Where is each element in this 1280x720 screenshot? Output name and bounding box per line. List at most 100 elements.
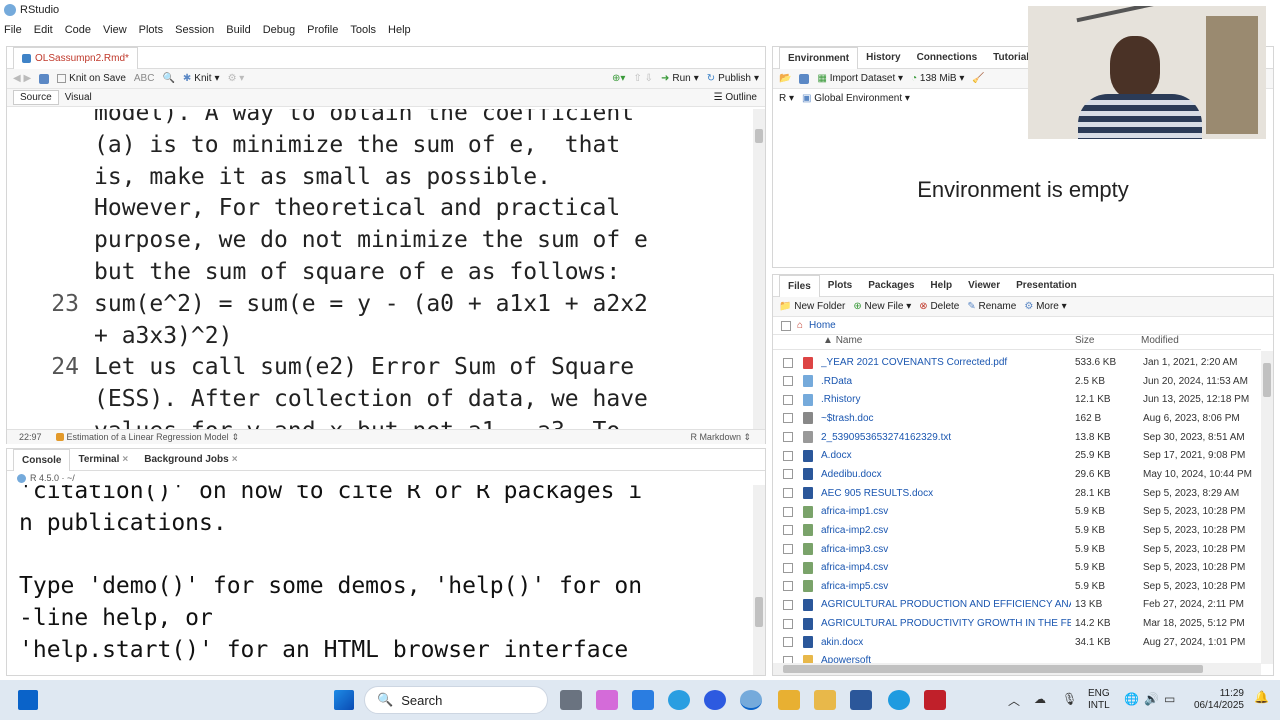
- editor-line[interactable]: model). A way to obtain the coefficient: [7, 109, 747, 129]
- file-name[interactable]: africa-imp1.csv: [821, 506, 1071, 517]
- file-row[interactable]: Adedibu.docx 29.6 KB May 10, 2024, 10:44 P…: [773, 465, 1261, 484]
- console-scrollbar[interactable]: [753, 485, 765, 675]
- menu-view[interactable]: View: [103, 24, 127, 36]
- file-row[interactable]: akin.docx 34.1 KB Aug 27, 2024, 1:01 PM: [773, 633, 1261, 652]
- clock[interactable]: 11:29 06/14/2025: [1190, 688, 1244, 712]
- more-button[interactable]: ⚙ More ▾: [1024, 301, 1066, 312]
- file-name[interactable]: AEC 905 RESULTS.docx: [821, 488, 1071, 499]
- file-checkbox[interactable]: [783, 432, 793, 443]
- menu-profile[interactable]: Profile: [307, 24, 338, 36]
- menu-help[interactable]: Help: [388, 24, 411, 36]
- gear-icon[interactable]: ⚙ ▾: [228, 73, 245, 84]
- files-hscrollbar[interactable]: [773, 663, 1261, 675]
- file-name[interactable]: AGRICULTURAL PRODUCTION AND EFFICIENCY A…: [821, 599, 1071, 610]
- language-indicator[interactable]: ENG INTL: [1088, 688, 1110, 712]
- insert-chunk-icon[interactable]: ⊕▾: [612, 73, 625, 84]
- select-all-checkbox[interactable]: [781, 320, 791, 331]
- file-checkbox[interactable]: [783, 376, 793, 387]
- battery-icon[interactable]: ▭: [1164, 692, 1175, 706]
- file-row[interactable]: AEC 905 RESULTS.docx 28.1 KB Sep 5, 2023, …: [773, 484, 1261, 503]
- knit-on-save-toggle[interactable]: Knit on Save: [57, 73, 126, 84]
- file-checkbox[interactable]: [783, 450, 793, 461]
- rename-button[interactable]: ✎ Rename: [967, 301, 1016, 312]
- menu-code[interactable]: Code: [65, 24, 91, 36]
- menu-file[interactable]: File: [4, 24, 22, 36]
- editor-line[interactable]: (ESS). After collection of data, we have: [7, 383, 747, 415]
- editor-line[interactable]: (a) is to minimize the sum of e, that: [7, 129, 747, 161]
- delete-button[interactable]: ⊗ Delete: [919, 301, 959, 312]
- new-folder-button[interactable]: 📁 New Folder: [779, 301, 845, 312]
- scope-selector[interactable]: ▣ Global Environment ▾: [802, 93, 910, 104]
- close-icon[interactable]: ×: [122, 454, 128, 465]
- mode-selector[interactable]: R Markdown ⇕: [690, 432, 751, 443]
- recorder-icon[interactable]: [924, 690, 946, 710]
- open-folder-icon[interactable]: 📂: [779, 73, 791, 84]
- file-checkbox[interactable]: [783, 637, 793, 648]
- file-name[interactable]: .RData: [821, 376, 1071, 387]
- files-app-icon[interactable]: [778, 690, 800, 710]
- volume-icon[interactable]: 🔊: [1144, 692, 1159, 706]
- files-scroll-thumb[interactable]: [1263, 363, 1271, 397]
- menu-session[interactable]: Session: [175, 24, 214, 36]
- mic-icon[interactable]: 🎙: [1062, 692, 1077, 706]
- import-dataset-button[interactable]: ▦ Import Dataset ▾: [817, 73, 903, 84]
- tab-viewer[interactable]: Viewer: [960, 275, 1008, 297]
- broom-icon[interactable]: 🧹: [972, 73, 984, 84]
- new-file-button[interactable]: ⊕ New File ▾: [853, 301, 911, 312]
- editor-line[interactable]: + a3x3)^2): [7, 320, 747, 352]
- file-name[interactable]: africa-imp2.csv: [821, 525, 1071, 536]
- tab-presentation[interactable]: Presentation: [1008, 275, 1085, 297]
- network-icon[interactable]: 🌐: [1124, 692, 1139, 706]
- file-row[interactable]: africa-imp4.csv 5.9 KB Sep 5, 2023, 10:28 …: [773, 558, 1261, 577]
- file-checkbox[interactable]: [783, 544, 793, 554]
- editor-line[interactable]: but the sum of square of e as follows:: [7, 256, 747, 288]
- col-modified-header[interactable]: Modified: [1141, 335, 1179, 346]
- nav-up-down-icon[interactable]: ⇧ ⇩: [633, 73, 653, 84]
- store-icon[interactable]: [632, 690, 654, 710]
- file-row[interactable]: .Rhistory 12.1 KB Jun 13, 2025, 12:18 PM: [773, 390, 1261, 409]
- file-checkbox[interactable]: [783, 469, 793, 480]
- file-name[interactable]: africa-imp3.csv: [821, 544, 1071, 555]
- knit-on-save-checkbox[interactable]: [57, 74, 67, 83]
- file-row[interactable]: .RData 2.5 KB Jun 20, 2024, 11:53 AM: [773, 372, 1261, 391]
- file-name[interactable]: ~$trash.doc: [821, 413, 1071, 424]
- file-row[interactable]: africa-imp5.csv 5.9 KB Sep 5, 2023, 10:28 …: [773, 577, 1261, 596]
- file-checkbox[interactable]: [783, 413, 793, 424]
- close-icon[interactable]: ×: [232, 454, 238, 465]
- editor-line[interactable]: 23 sum(e^2) = sum(e = y - (a0 + a1x1 + a2…: [7, 288, 747, 320]
- file-name[interactable]: 2_5390953653274162329.txt: [821, 432, 1071, 443]
- task-view-icon[interactable]: [560, 690, 582, 710]
- tab-environment[interactable]: Environment: [779, 46, 859, 69]
- knit-button[interactable]: ✱ Knit ▾: [183, 73, 220, 84]
- spellcheck-icon[interactable]: ABC: [134, 73, 155, 84]
- windows-logo-icon[interactable]: [334, 690, 354, 710]
- tab-files[interactable]: Files: [779, 274, 820, 297]
- file-row[interactable]: AGRICULTURAL PRODUCTIVITY GROWTH IN THE …: [773, 614, 1261, 633]
- taskbar-search[interactable]: 🔍 Search: [364, 686, 548, 714]
- file-explorer-icon[interactable]: [814, 690, 836, 710]
- file-row[interactable]: africa-imp3.csv 5.9 KB Sep 5, 2023, 10:28 …: [773, 540, 1261, 559]
- memory-usage[interactable]: ◔ 138 MiB ▾: [911, 73, 964, 84]
- file-checkbox[interactable]: [783, 618, 793, 629]
- editor-tab[interactable]: OLSassumpn2.Rmd*: [13, 46, 138, 69]
- file-name[interactable]: Adedibu.docx: [821, 469, 1071, 480]
- tab-plots[interactable]: Plots: [820, 275, 860, 297]
- file-checkbox[interactable]: [783, 599, 793, 610]
- tab-connections[interactable]: Connections: [909, 47, 986, 69]
- publish-button[interactable]: ↻ Publish ▾: [707, 73, 759, 84]
- file-checkbox[interactable]: [783, 581, 793, 592]
- tray-chevron-icon[interactable]: ︿: [1008, 692, 1020, 709]
- menu-debug[interactable]: Debug: [263, 24, 295, 36]
- file-row[interactable]: africa-imp1.csv 5.9 KB Sep 5, 2023, 10:28 …: [773, 502, 1261, 521]
- editor-scrollbar[interactable]: [753, 109, 765, 429]
- file-name[interactable]: africa-imp5.csv: [821, 581, 1071, 592]
- file-name[interactable]: A.docx: [821, 450, 1071, 461]
- code-area[interactable]: model). A way to obtain the coefficient (…: [7, 109, 753, 429]
- menu-plots[interactable]: Plots: [139, 24, 163, 36]
- menu-edit[interactable]: Edit: [34, 24, 53, 36]
- menu-build[interactable]: Build: [226, 24, 250, 36]
- tab-help[interactable]: Help: [922, 275, 960, 297]
- files-scrollbar[interactable]: [1261, 351, 1273, 664]
- copilot-icon[interactable]: [596, 690, 618, 710]
- col-size-header[interactable]: Size: [1075, 335, 1094, 346]
